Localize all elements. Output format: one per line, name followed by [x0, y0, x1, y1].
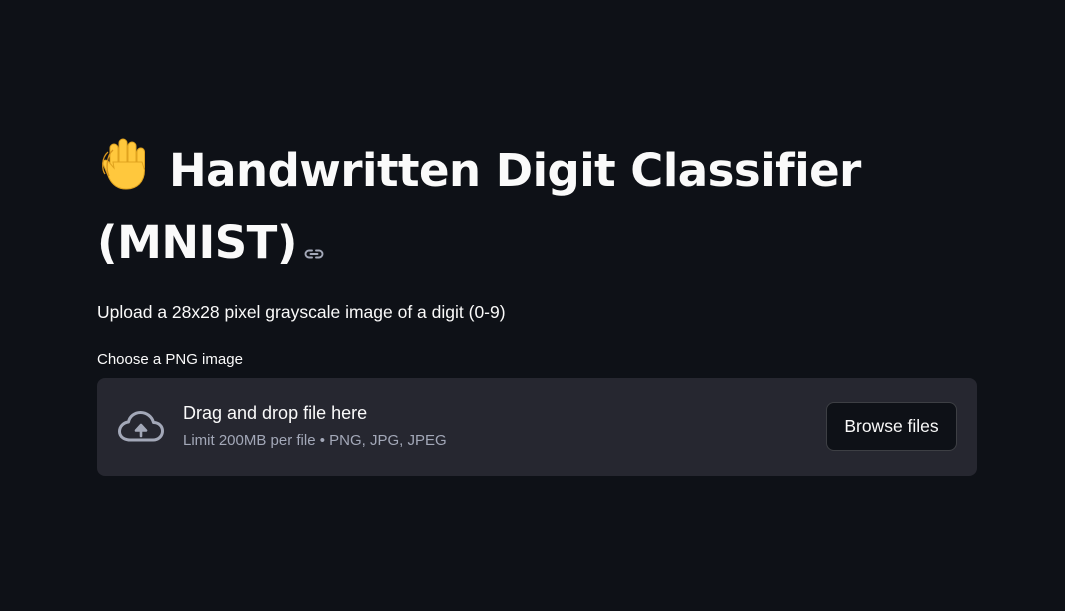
main-content: Handwritten Digit Classifier (MNIST) Upl… [97, 136, 977, 476]
file-dropzone[interactable]: Drag and drop file here Limit 200MB per … [97, 378, 977, 476]
page-title-text: Handwritten Digit Classifier (MNIST) [97, 144, 861, 269]
page-title: Handwritten Digit Classifier (MNIST) [97, 136, 977, 279]
dropzone-texts: Drag and drop file here Limit 200MB per … [183, 400, 447, 452]
file-uploader-label: Choose a PNG image [97, 351, 243, 368]
cloud-upload-icon [117, 409, 165, 450]
link-icon[interactable] [303, 213, 325, 279]
page-subtitle: Upload a 28x28 pixel grayscale image of … [97, 302, 506, 322]
dropzone-limit-text: Limit 200MB per file • PNG, JPG, JPEG [183, 432, 447, 449]
raised-hand-icon [97, 136, 153, 210]
browse-files-button[interactable]: Browse files [826, 402, 957, 451]
dropzone-instructions: Drag and drop file here [183, 403, 368, 423]
